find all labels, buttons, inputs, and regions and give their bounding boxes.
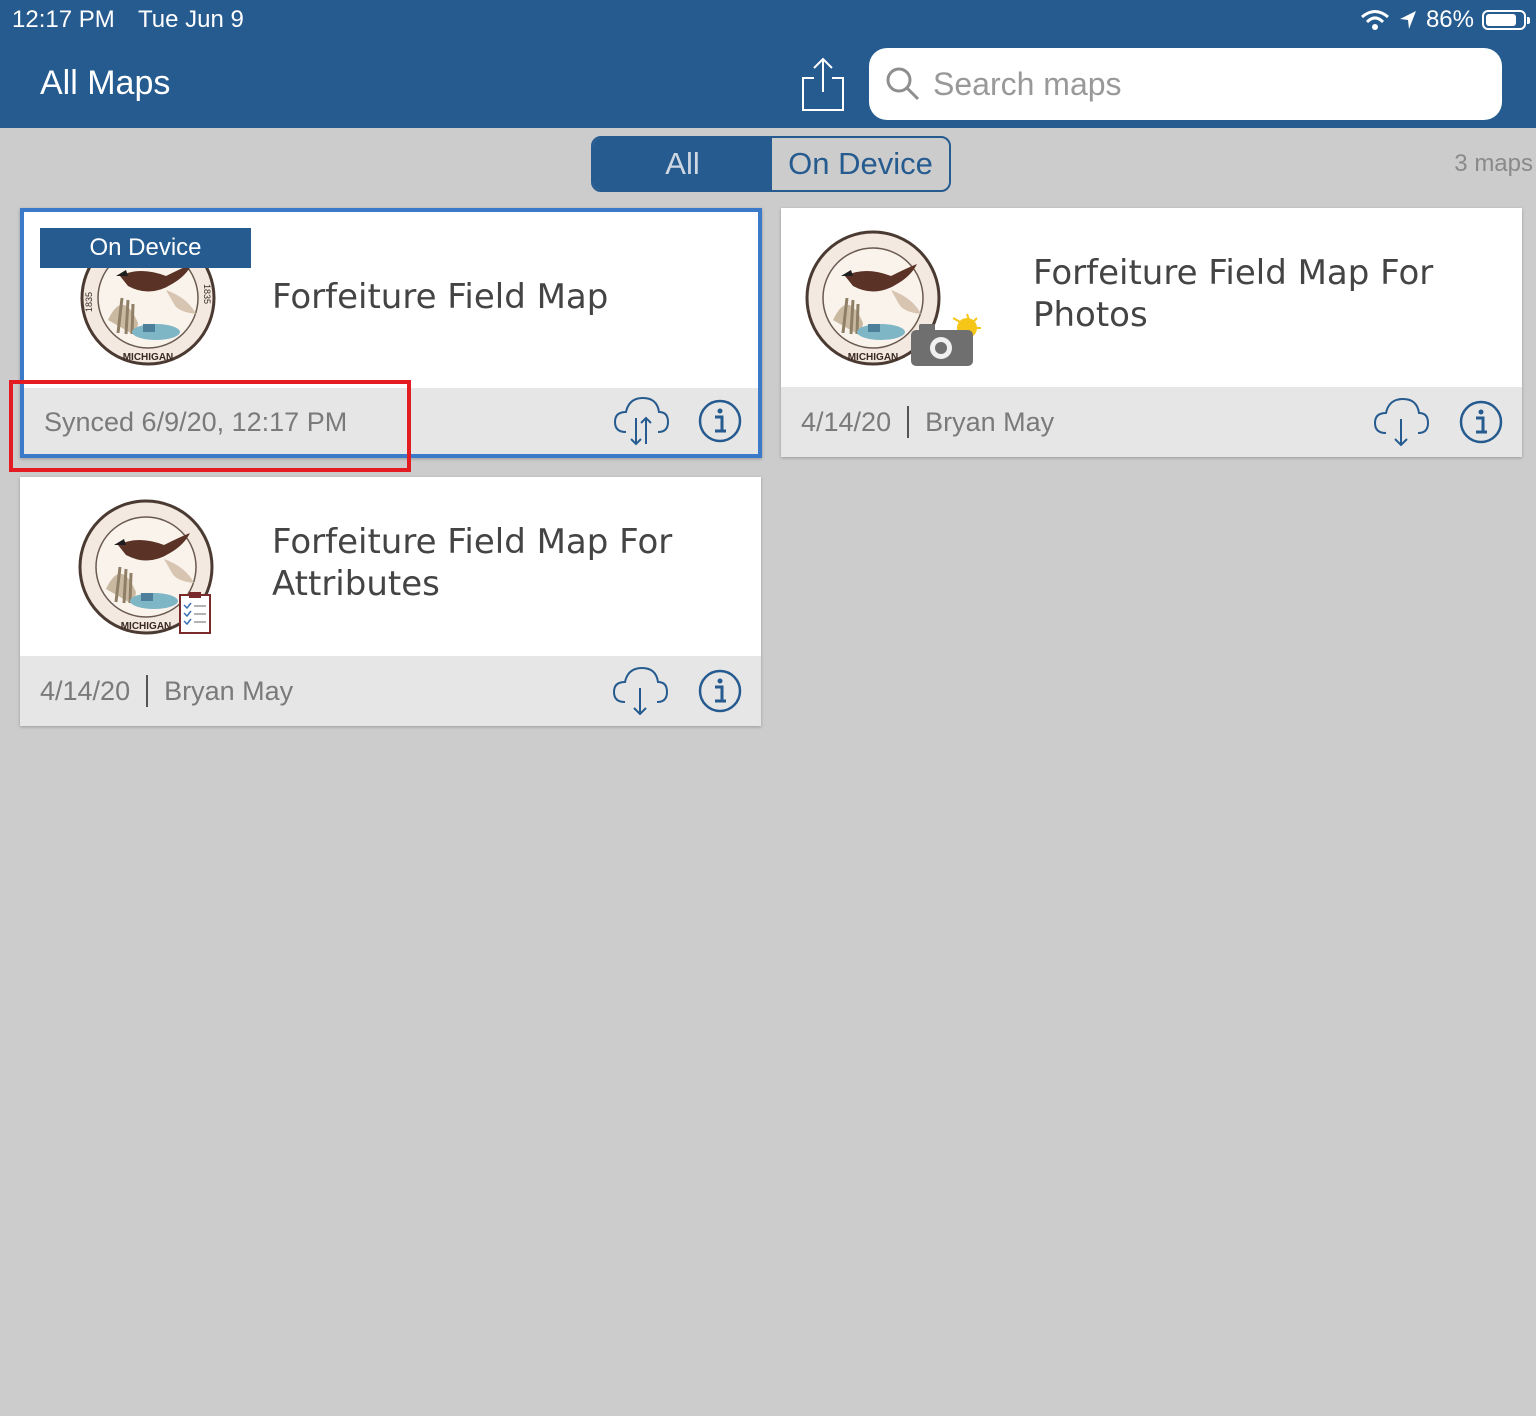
cloud-sync-icon[interactable] [612, 394, 670, 446]
map-metadata: 4/14/20 Bryan May [801, 406, 1054, 438]
map-date: 4/14/20 [801, 406, 892, 437]
filter-segmented-control: All On Device [591, 136, 951, 192]
map-card-footer: 4/14/20 Bryan May [20, 656, 761, 726]
map-owner: Bryan May [164, 675, 294, 706]
status-date: Tue Jun 9 [138, 6, 244, 33]
separator [146, 675, 149, 707]
map-count: 3 maps [1454, 150, 1533, 177]
map-title: Forfeiture Field Map For Attributes [272, 522, 673, 604]
battery-percent: 86% [1425, 6, 1474, 33]
info-icon[interactable] [1459, 400, 1503, 444]
search-bar[interactable] [869, 48, 1502, 120]
map-owner: Bryan May [925, 406, 1055, 437]
location-arrow-icon [1399, 11, 1416, 29]
filter-all-tab[interactable]: All [593, 138, 772, 190]
top-navigation-bar: 12:17 PM Tue Jun 9 86% All Maps [0, 0, 1536, 128]
checklist-icon [179, 592, 211, 634]
cloud-download-icon[interactable] [1372, 395, 1430, 447]
seal-year-left: 1835 [84, 292, 94, 312]
search-input[interactable] [931, 64, 1475, 104]
seal-bottom-text: MICHIGAN [123, 352, 174, 363]
share-icon[interactable] [800, 56, 846, 112]
info-icon[interactable] [698, 399, 742, 443]
map-metadata: 4/14/20 Bryan May [40, 675, 293, 707]
on-device-badge: On Device [40, 228, 251, 268]
map-card-forfeiture-field-map-for-photos[interactable]: MICHIGAN Forfeiture Field Map For Photos… [781, 208, 1522, 457]
camera-icon [911, 313, 981, 366]
map-title: Forfeiture Field Map For Photos [1033, 253, 1434, 335]
separator [907, 406, 910, 438]
status-indicators: 86% [1360, 6, 1530, 34]
seal-bottom-text: MICHIGAN [121, 621, 172, 632]
info-icon[interactable] [698, 669, 742, 713]
map-card-forfeiture-field-map-for-attributes[interactable]: MICHIGAN Forfeiture Field Map For Attrib… [20, 477, 761, 726]
search-icon [886, 67, 920, 101]
page-title: All Maps [40, 64, 171, 102]
battery-icon [1482, 10, 1530, 30]
map-date: 4/14/20 [40, 675, 131, 706]
status-time: 12:17 PM [12, 6, 115, 33]
filter-on-device-tab[interactable]: On Device [772, 138, 949, 190]
map-title: Forfeiture Field Map [272, 277, 609, 317]
seal-bottom-text: MICHIGAN [848, 352, 899, 363]
seal-year-right: 1835 [202, 284, 212, 304]
wifi-icon [1360, 10, 1389, 30]
sync-status-highlight-box [9, 380, 411, 472]
map-card-footer: 4/14/20 Bryan May [781, 387, 1522, 457]
cloud-download-icon[interactable] [611, 664, 669, 716]
battery-level [1486, 14, 1517, 26]
